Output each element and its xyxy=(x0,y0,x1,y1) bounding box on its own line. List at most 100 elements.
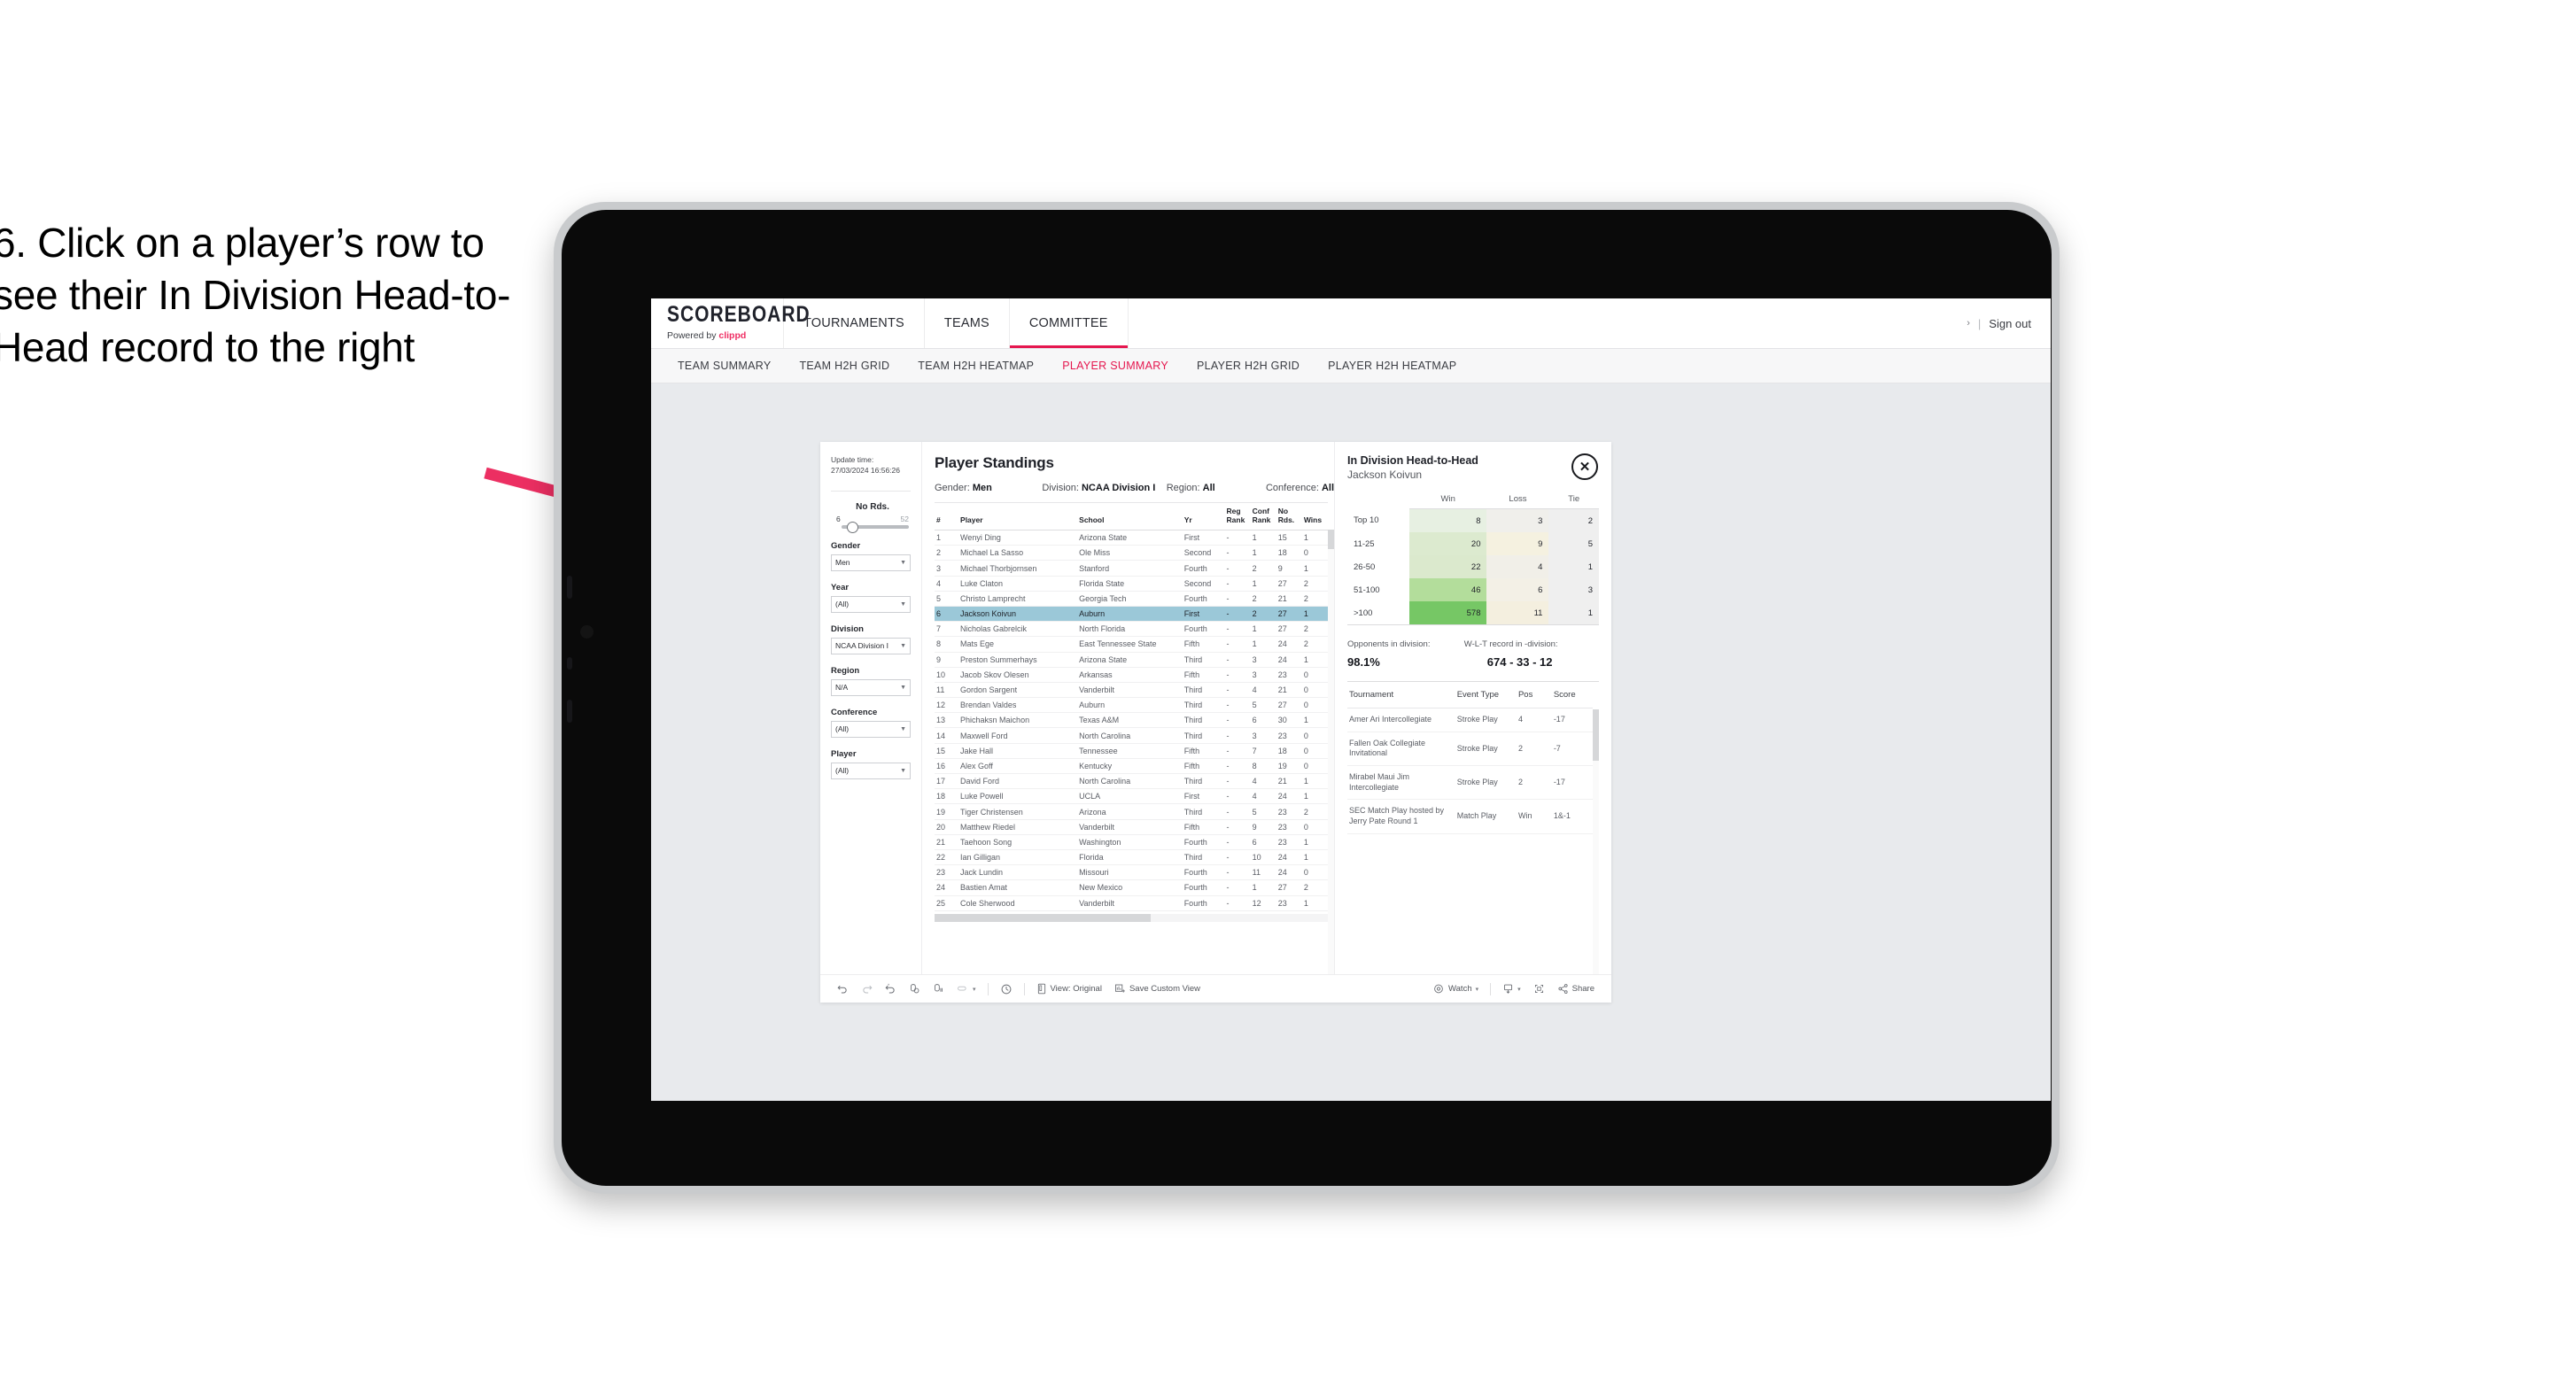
table-row[interactable]: 2 Michael La Sasso Ole Miss Second -1 18 0 xyxy=(935,545,1328,561)
nav-committee[interactable]: COMMITTEE xyxy=(1009,298,1129,348)
pause-data-button[interactable] xyxy=(927,983,950,995)
table-row[interactable]: 9 Preston Summerhays Arizona State Third -3 2… xyxy=(935,652,1328,668)
fullscreen-button[interactable] xyxy=(1527,983,1551,995)
undo-button[interactable] xyxy=(831,983,855,995)
table-row[interactable]: 21 Taehoon Song Washington Fourth -6 23 1 xyxy=(935,834,1328,850)
nav-tournaments[interactable]: TOURNAMENTS xyxy=(784,298,925,348)
heatmap-cell-loss[interactable]: 11 xyxy=(1486,601,1549,625)
col-wins[interactable]: Wins xyxy=(1301,503,1328,531)
col-yr[interactable]: Yr xyxy=(1182,503,1225,531)
col-event-type[interactable]: Event Type xyxy=(1455,682,1517,708)
table-row[interactable]: 6 Jackson Koivun Auburn First -2 27 1 xyxy=(935,606,1328,623)
tab-player-h2h-heatmap[interactable]: PLAYER H2H HEATMAP xyxy=(1314,360,1470,372)
col-reg-rank[interactable]: Reg Rank xyxy=(1224,503,1251,531)
heatmap-cell-tie[interactable]: 3 xyxy=(1548,578,1599,601)
horizontal-scrollbar[interactable] xyxy=(935,913,1328,922)
tab-player-h2h-grid[interactable]: PLAYER H2H GRID xyxy=(1183,360,1314,372)
tournament-row[interactable]: SEC Match Play hosted by Jerry Pate Roun… xyxy=(1347,799,1593,834)
tournament-vertical-scrollbar[interactable] xyxy=(1593,709,1599,974)
table-row[interactable]: 15 Jake Hall Tennessee Fifth -7 18 0 xyxy=(935,743,1328,759)
heatmap-cell-loss[interactable]: 6 xyxy=(1486,578,1549,601)
tournament-row[interactable]: Amer Ari Intercollegiate Stroke Play 4 -17 xyxy=(1347,708,1593,732)
tab-player-summary[interactable]: PLAYER SUMMARY xyxy=(1048,360,1183,372)
table-row[interactable]: 18 Luke Powell UCLA First -4 24 1 xyxy=(935,788,1328,805)
table-row[interactable]: 12 Brendan Valdes Auburn Third -5 27 0 xyxy=(935,697,1328,714)
table-row[interactable]: 17 David Ford North Carolina Third -4 21 1 xyxy=(935,773,1328,790)
pause-auto-update-button[interactable] xyxy=(994,983,1019,995)
table-row[interactable]: 19 Tiger Christensen Arizona Third -5 23 2 xyxy=(935,803,1328,820)
table-row[interactable]: 13 Phichaksn Maichon Texas A&M Third -6 30 1 xyxy=(935,712,1328,729)
highlight-button[interactable]: ▾ xyxy=(950,983,982,995)
col-no-rds[interactable]: No Rds. xyxy=(1276,503,1302,531)
col-player[interactable]: Player xyxy=(958,503,1078,531)
filter-region-select[interactable]: N/A ▼ xyxy=(831,678,911,696)
col-rank[interactable]: # xyxy=(935,503,959,531)
table-row[interactable]: 25 Cole Sherwood Vanderbilt Fourth -12 23 1 xyxy=(935,895,1328,911)
heatmap-cell-tie[interactable]: 1 xyxy=(1548,555,1599,578)
user-chevron-icon[interactable]: › xyxy=(1967,318,1970,329)
save-custom-view-button[interactable]: Save Custom View xyxy=(1108,983,1207,995)
filter-gender-select[interactable]: Men ▼ xyxy=(831,554,911,571)
download-button[interactable]: ▾ xyxy=(1496,983,1527,995)
table-row[interactable]: 5 Christo Lamprecht Georgia Tech Fourth -2 21… xyxy=(935,591,1328,607)
heatmap-cell-win[interactable]: 46 xyxy=(1409,578,1487,601)
table-row[interactable]: 7 Nicholas Gabrelcik North Florida Fourth -1… xyxy=(935,621,1328,638)
filter-conference-select[interactable]: (All) ▼ xyxy=(831,720,911,738)
table-row[interactable]: 1 Wenyi Ding Arizona State First -1 15 1 xyxy=(935,530,1328,546)
filter-year-select[interactable]: (All) ▼ xyxy=(831,595,911,613)
filter-player-select[interactable]: (All) ▼ xyxy=(831,762,911,779)
heatmap-cell-loss[interactable]: 3 xyxy=(1486,508,1549,532)
heatmap-cell-loss[interactable]: 9 xyxy=(1486,532,1549,555)
watch-button[interactable]: Watch ▾ xyxy=(1426,983,1485,995)
share-button[interactable]: Share xyxy=(1551,983,1601,995)
tab-team-h2h-grid[interactable]: TEAM H2H GRID xyxy=(785,360,904,372)
table-row[interactable]: 8 Mats Ege East Tennessee State Fifth -1 24 2 xyxy=(935,636,1328,653)
heatmap-cell-win[interactable]: 20 xyxy=(1409,532,1487,555)
col-score[interactable]: Score xyxy=(1551,682,1593,708)
table-row[interactable]: 4 Luke Claton Florida State Second -1 27 2 xyxy=(935,576,1328,592)
sign-out-link[interactable]: Sign out xyxy=(1989,317,2031,330)
table-row[interactable]: 22 Ian Gilligan Florida Third -10 24 1 xyxy=(935,849,1328,866)
table-row[interactable]: 20 Matthew Riedel Vanderbilt Fifth -9 23 0 xyxy=(935,819,1328,835)
refresh-data-button[interactable] xyxy=(903,983,927,995)
tablet-button-top[interactable] xyxy=(567,576,572,599)
heatmap-cell-loss[interactable]: 4 xyxy=(1486,555,1549,578)
standings-scrollbar-thumb[interactable] xyxy=(1328,530,1334,549)
table-row[interactable]: 14 Maxwell Ford North Carolina Third -3 23 0 xyxy=(935,727,1328,744)
heatmap-cell-win[interactable]: 8 xyxy=(1409,508,1487,532)
tournament-row[interactable]: Fallen Oak Collegiate Invitational Stroke… xyxy=(1347,732,1593,767)
cell-reg-rank: - xyxy=(1224,682,1251,699)
heatmap-cell-win[interactable]: 22 xyxy=(1409,555,1487,578)
heatmap-cell-tie[interactable]: 5 xyxy=(1548,532,1599,555)
table-row[interactable]: 24 Bastien Amat New Mexico Fourth -1 27 2 xyxy=(935,879,1328,896)
col-tournament[interactable]: Tournament xyxy=(1347,682,1455,708)
nav-teams[interactable]: TEAMS xyxy=(925,298,1010,348)
slider-track[interactable] xyxy=(842,522,909,534)
no-rounds-slider[interactable]: No Rds. 6 52 xyxy=(831,502,911,534)
tab-team-h2h-heatmap[interactable]: TEAM H2H HEATMAP xyxy=(904,360,1048,372)
close-icon[interactable]: ✕ xyxy=(1571,453,1598,480)
table-row[interactable]: 23 Jack Lundin Missouri Fourth -11 24 0 xyxy=(935,864,1328,881)
table-row[interactable]: 3 Michael Thorbjornsen Stanford Fourth -2 9 1 xyxy=(935,560,1328,577)
table-row[interactable]: 16 Alex Goff Kentucky Fifth -8 19 0 xyxy=(935,758,1328,775)
tablet-button-mid[interactable] xyxy=(567,657,572,670)
tab-team-summary[interactable]: TEAM SUMMARY xyxy=(663,360,785,372)
tournament-scrollbar-thumb[interactable] xyxy=(1593,709,1599,761)
col-conf-rank[interactable]: Conf Rank xyxy=(1250,503,1276,531)
heatmap-cell-win[interactable]: 578 xyxy=(1409,601,1487,625)
standings-vertical-scrollbar[interactable] xyxy=(1328,530,1334,974)
filter-division-select[interactable]: NCAA Division I ▼ xyxy=(831,637,911,654)
redo-button[interactable] xyxy=(855,983,879,995)
tournament-row[interactable]: Mirabel Maui Jim Intercollegiate Stroke P… xyxy=(1347,765,1593,801)
heatmap-cell-tie[interactable]: 2 xyxy=(1548,508,1599,532)
view-original-button[interactable]: View: Original xyxy=(1030,983,1108,995)
scoreboard-logo[interactable]: SCOREBOARD Powered by clippd xyxy=(651,298,810,348)
col-school[interactable]: School xyxy=(1077,503,1183,531)
table-row[interactable]: 10 Jacob Skov Olesen Arkansas Fifth -3 23 0 xyxy=(935,667,1328,683)
horizontal-scrollbar-thumb[interactable] xyxy=(935,913,1152,922)
revert-button[interactable] xyxy=(879,983,903,995)
table-row[interactable]: 11 Gordon Sargent Vanderbilt Third -4 21 0 xyxy=(935,682,1328,699)
tablet-button-bottom[interactable] xyxy=(567,700,572,723)
heatmap-cell-tie[interactable]: 1 xyxy=(1548,601,1599,625)
col-pos[interactable]: Pos xyxy=(1516,682,1552,708)
